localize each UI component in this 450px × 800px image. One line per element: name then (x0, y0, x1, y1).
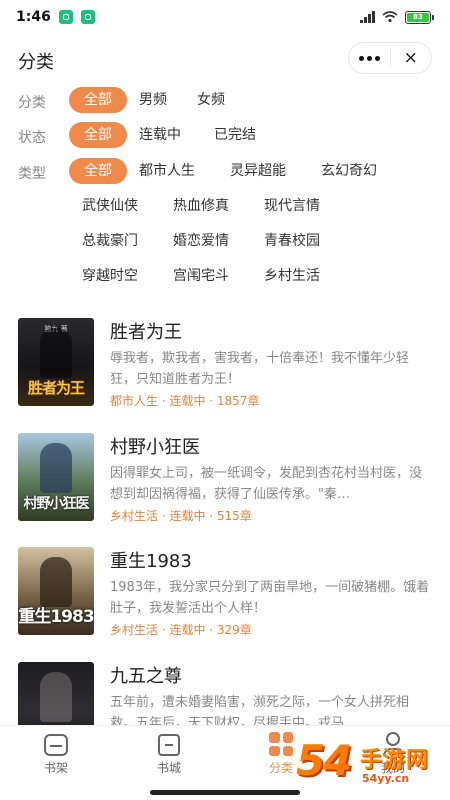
chip-genre-fantasy[interactable]: 玄幻奇幻 (321, 158, 377, 184)
watermark-logo: 54 手游网 54yy.cn (296, 736, 446, 792)
cover-figure (40, 443, 72, 493)
tab-label: 书架 (43, 761, 68, 775)
more-dots-icon (358, 55, 380, 61)
book-meta: 都市人生 · 连载中 · 1857章 (110, 394, 260, 408)
cover-figure (40, 328, 72, 378)
book-cover[interactable]: 独九 著 胜者为王 (18, 318, 94, 406)
close-icon: × (403, 47, 418, 68)
book-title[interactable]: 村野小狂医 (110, 433, 200, 459)
book-title[interactable]: 重生1983 (110, 547, 192, 573)
tab-label: 书城 (156, 761, 181, 775)
book-item[interactable]: 重生1983 重生1983 1983年，我分家只分到了两亩旱地，一间破猪棚。饿着… (18, 547, 432, 637)
cover-title-art: 重生1983 (18, 607, 94, 627)
chip-category-female[interactable]: 女频 (197, 87, 225, 113)
chip-genre-urban[interactable]: 都市人生 (139, 158, 195, 184)
book-meta: 乡村生活 · 连载中 · 329章 (110, 623, 252, 637)
watermark-text: 手游网 (360, 748, 430, 773)
signal-icon (360, 11, 375, 23)
wifi-icon (382, 11, 398, 23)
book-cover[interactable] (18, 662, 94, 725)
filter-label-category: 分类 (18, 95, 46, 111)
cover-title-art: 胜者为王 (27, 379, 85, 397)
book-item[interactable]: 村野小狂医 村野小狂医 因得罪女上司，被一纸调令，发配到杏花村当村医，没想到却因… (18, 433, 432, 523)
close-button[interactable]: × (391, 43, 432, 73)
cover-figure (40, 672, 72, 722)
battery-level: 83 (407, 12, 429, 22)
book-item[interactable]: 九五之尊 五年前，遭未婚妻陷害，濒死之际，一个女人拼死相救。五年后，天下财权，尽… (18, 662, 432, 725)
filter-label-genre: 类型 (18, 166, 46, 182)
notification-app-icon-2 (80, 10, 95, 24)
chip-category-all[interactable]: 全部 (69, 87, 127, 113)
chip-genre-all[interactable]: 全部 (69, 158, 127, 184)
chip-genre-palace[interactable]: 宫闱宅斗 (173, 263, 229, 289)
page-title: 分类 (18, 52, 54, 73)
bookstore-icon (158, 734, 180, 756)
tab-bookshelf[interactable]: 书架 (26, 732, 86, 782)
book-description: 因得罪女上司，被一纸调令，发配到杏花村当村医，没想到却因祸得福，获得了仙医传承。… (110, 466, 423, 502)
book-cover[interactable]: 村野小狂医 (18, 433, 94, 521)
chip-genre-time-travel[interactable]: 穿越时空 (82, 263, 138, 289)
home-indicator[interactable] (150, 790, 300, 795)
status-time: 1:46 (16, 9, 51, 25)
chip-genre-rural[interactable]: 乡村生活 (264, 263, 320, 289)
chip-status-all[interactable]: 全部 (69, 122, 127, 148)
watermark-url: 54yy.cn (362, 772, 410, 785)
mini-program-capsule: × (348, 42, 432, 74)
chip-status-serializing[interactable]: 连载中 (139, 122, 181, 148)
cover-title-art: 村野小狂医 (23, 496, 90, 512)
more-button[interactable] (349, 43, 390, 73)
status-indicators: 83 (360, 10, 434, 24)
chip-status-completed[interactable]: 已完结 (214, 122, 256, 148)
chip-genre-marriage[interactable]: 婚恋爱情 (173, 228, 229, 254)
chip-genre-cultivation[interactable]: 热血修真 (173, 193, 229, 219)
chip-genre-ceo[interactable]: 总裁豪门 (82, 228, 138, 254)
book-title[interactable]: 胜者为王 (110, 318, 182, 344)
category-grid-icon (269, 732, 293, 756)
book-item[interactable]: 独九 著 胜者为王 胜者为王 辱我者，欺我者，害我者，十倍奉还！我不懂年少轻狂，… (18, 318, 432, 408)
book-title[interactable]: 九五之尊 (110, 662, 182, 688)
book-cover[interactable]: 重生1983 (18, 547, 94, 635)
chip-genre-modern-romance[interactable]: 现代言情 (264, 193, 320, 219)
page-header: 分类 × (0, 40, 450, 80)
battery-icon: 83 (405, 10, 434, 24)
tab-bookstore[interactable]: 书城 (139, 732, 199, 782)
status-bar: 1:46 83 (0, 0, 450, 34)
chip-genre-wuxia[interactable]: 武侠仙侠 (82, 193, 138, 219)
chip-category-male[interactable]: 男频 (139, 87, 167, 113)
bookshelf-icon (44, 734, 68, 756)
book-description: 五年前，遭未婚妻陷害，濒死之际，一个女人拼死相救。五年后，天下财权，尽握手中。戎… (110, 695, 410, 725)
book-meta: 乡村生活 · 连载中 · 515章 (110, 509, 252, 523)
watermark-number: 54 (296, 736, 352, 785)
book-description: 1983年，我分家只分到了两亩旱地，一间破猪棚。饿着肚子，我发誓活出个人样！ (110, 580, 430, 616)
cover-figure (40, 557, 72, 607)
book-description: 辱我者，欺我者，害我者，十倍奉还！我不懂年少轻狂，只知道胜者为王！ (110, 351, 410, 387)
notification-app-icon (58, 10, 73, 24)
chip-genre-campus[interactable]: 青春校园 (264, 228, 320, 254)
filter-label-status: 状态 (18, 130, 46, 146)
chip-genre-supernatural[interactable]: 灵异超能 (230, 158, 286, 184)
